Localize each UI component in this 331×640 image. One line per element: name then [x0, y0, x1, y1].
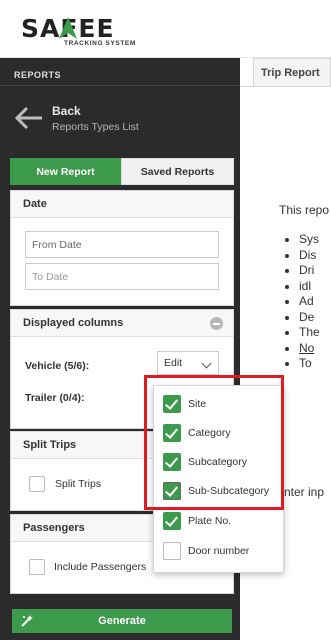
list-item: De	[299, 310, 320, 326]
from-date-input[interactable]: From Date	[25, 231, 219, 258]
date-panel-title: Date	[11, 191, 233, 218]
menu-item-label: Door number	[188, 545, 250, 557]
checkbox-unchecked-icon[interactable]	[163, 542, 181, 560]
checkbox-checked-icon[interactable]	[163, 424, 181, 442]
trailer-columns-label: Trailer (0/4):	[25, 392, 85, 404]
tab-saved-reports[interactable]: Saved Reports	[121, 158, 234, 185]
back-label: Back	[52, 104, 81, 118]
include-passengers-label: Include Passengers	[54, 561, 147, 573]
checkbox-checked-icon[interactable]	[163, 482, 181, 500]
date-panel: Date From Date To Date	[10, 190, 234, 306]
edit-label: Edit	[164, 357, 183, 369]
sidebar-divider	[0, 85, 240, 86]
menu-item-label: Plate No.	[188, 515, 232, 527]
date-panel-body: From Date To Date	[11, 218, 233, 305]
chevron-down-icon	[201, 358, 212, 369]
list-item: Dis	[299, 248, 320, 264]
list-item: Dri	[299, 263, 320, 279]
vehicle-columns-label: Vehicle (5/6):	[25, 360, 90, 372]
vehicle-columns-menu: Site Category Subcategory Sub-Subcategor…	[153, 385, 284, 573]
collapse-minus-icon[interactable]	[210, 317, 223, 330]
report-description: This repo	[279, 203, 330, 217]
menu-item-door-number[interactable]: Door number	[163, 542, 281, 562]
report-description-list: Sys Dis Dri idl Ad De The No To	[289, 232, 320, 372]
displayed-columns-title: Displayed columns	[23, 317, 124, 329]
menu-item-label: Category	[188, 427, 231, 439]
checkbox-checked-icon[interactable]	[163, 512, 181, 530]
include-passengers-checkbox[interactable]	[29, 559, 45, 575]
safee-logo[interactable]: SAFEE TRACKING SYSTEM	[21, 14, 141, 50]
enter-input-text: nter inp	[284, 485, 325, 499]
menu-item-site[interactable]: Site	[163, 395, 281, 415]
checkbox-checked-icon[interactable]	[163, 395, 181, 413]
displayed-columns-header: Displayed columns	[11, 310, 233, 337]
tab-new-report[interactable]: New Report	[10, 158, 121, 185]
tab-trip-report[interactable]: Trip Report	[253, 58, 331, 87]
list-item: Sys	[299, 232, 320, 248]
menu-item-category[interactable]: Category	[163, 424, 281, 444]
generate-label: Generate	[98, 615, 146, 627]
arrow-left-icon	[14, 106, 42, 130]
split-trips-label: Split Trips	[55, 478, 102, 490]
menu-item-label: Sub-Subcategory	[188, 485, 270, 497]
list-item: idl	[299, 279, 320, 295]
list-item: Ad	[299, 294, 320, 310]
magic-wand-icon	[21, 615, 33, 627]
menu-item-sub-subcategory[interactable]: Sub-Subcategory	[163, 482, 281, 502]
checkbox-checked-icon[interactable]	[163, 453, 181, 471]
menu-item-label: Subcategory	[188, 456, 247, 468]
vehicle-edit-dropdown[interactable]: Edit	[157, 351, 219, 375]
main-tab-underline	[240, 86, 331, 87]
sidebar-title: REPORTS	[14, 70, 62, 80]
list-item: No	[299, 341, 320, 357]
split-trips-checkbox[interactable]	[29, 476, 45, 492]
menu-item-label: Site	[188, 398, 207, 410]
logo-tagline: TRACKING SYSTEM	[64, 40, 136, 47]
back-button[interactable]: Back Reports Types List	[12, 102, 212, 136]
menu-item-subcategory[interactable]: Subcategory	[163, 453, 281, 473]
report-tabs: New Report Saved Reports	[10, 158, 234, 185]
top-bar: SAFEE TRACKING SYSTEM	[0, 0, 331, 58]
list-item: The	[299, 325, 320, 341]
menu-item-plate-no[interactable]: Plate No.	[163, 512, 281, 532]
to-date-input[interactable]: To Date	[25, 263, 219, 290]
list-item: To	[299, 356, 320, 372]
back-sublabel: Reports Types List	[52, 121, 139, 133]
logo-arrow-icon	[59, 17, 77, 39]
generate-button[interactable]: Generate	[12, 609, 232, 633]
